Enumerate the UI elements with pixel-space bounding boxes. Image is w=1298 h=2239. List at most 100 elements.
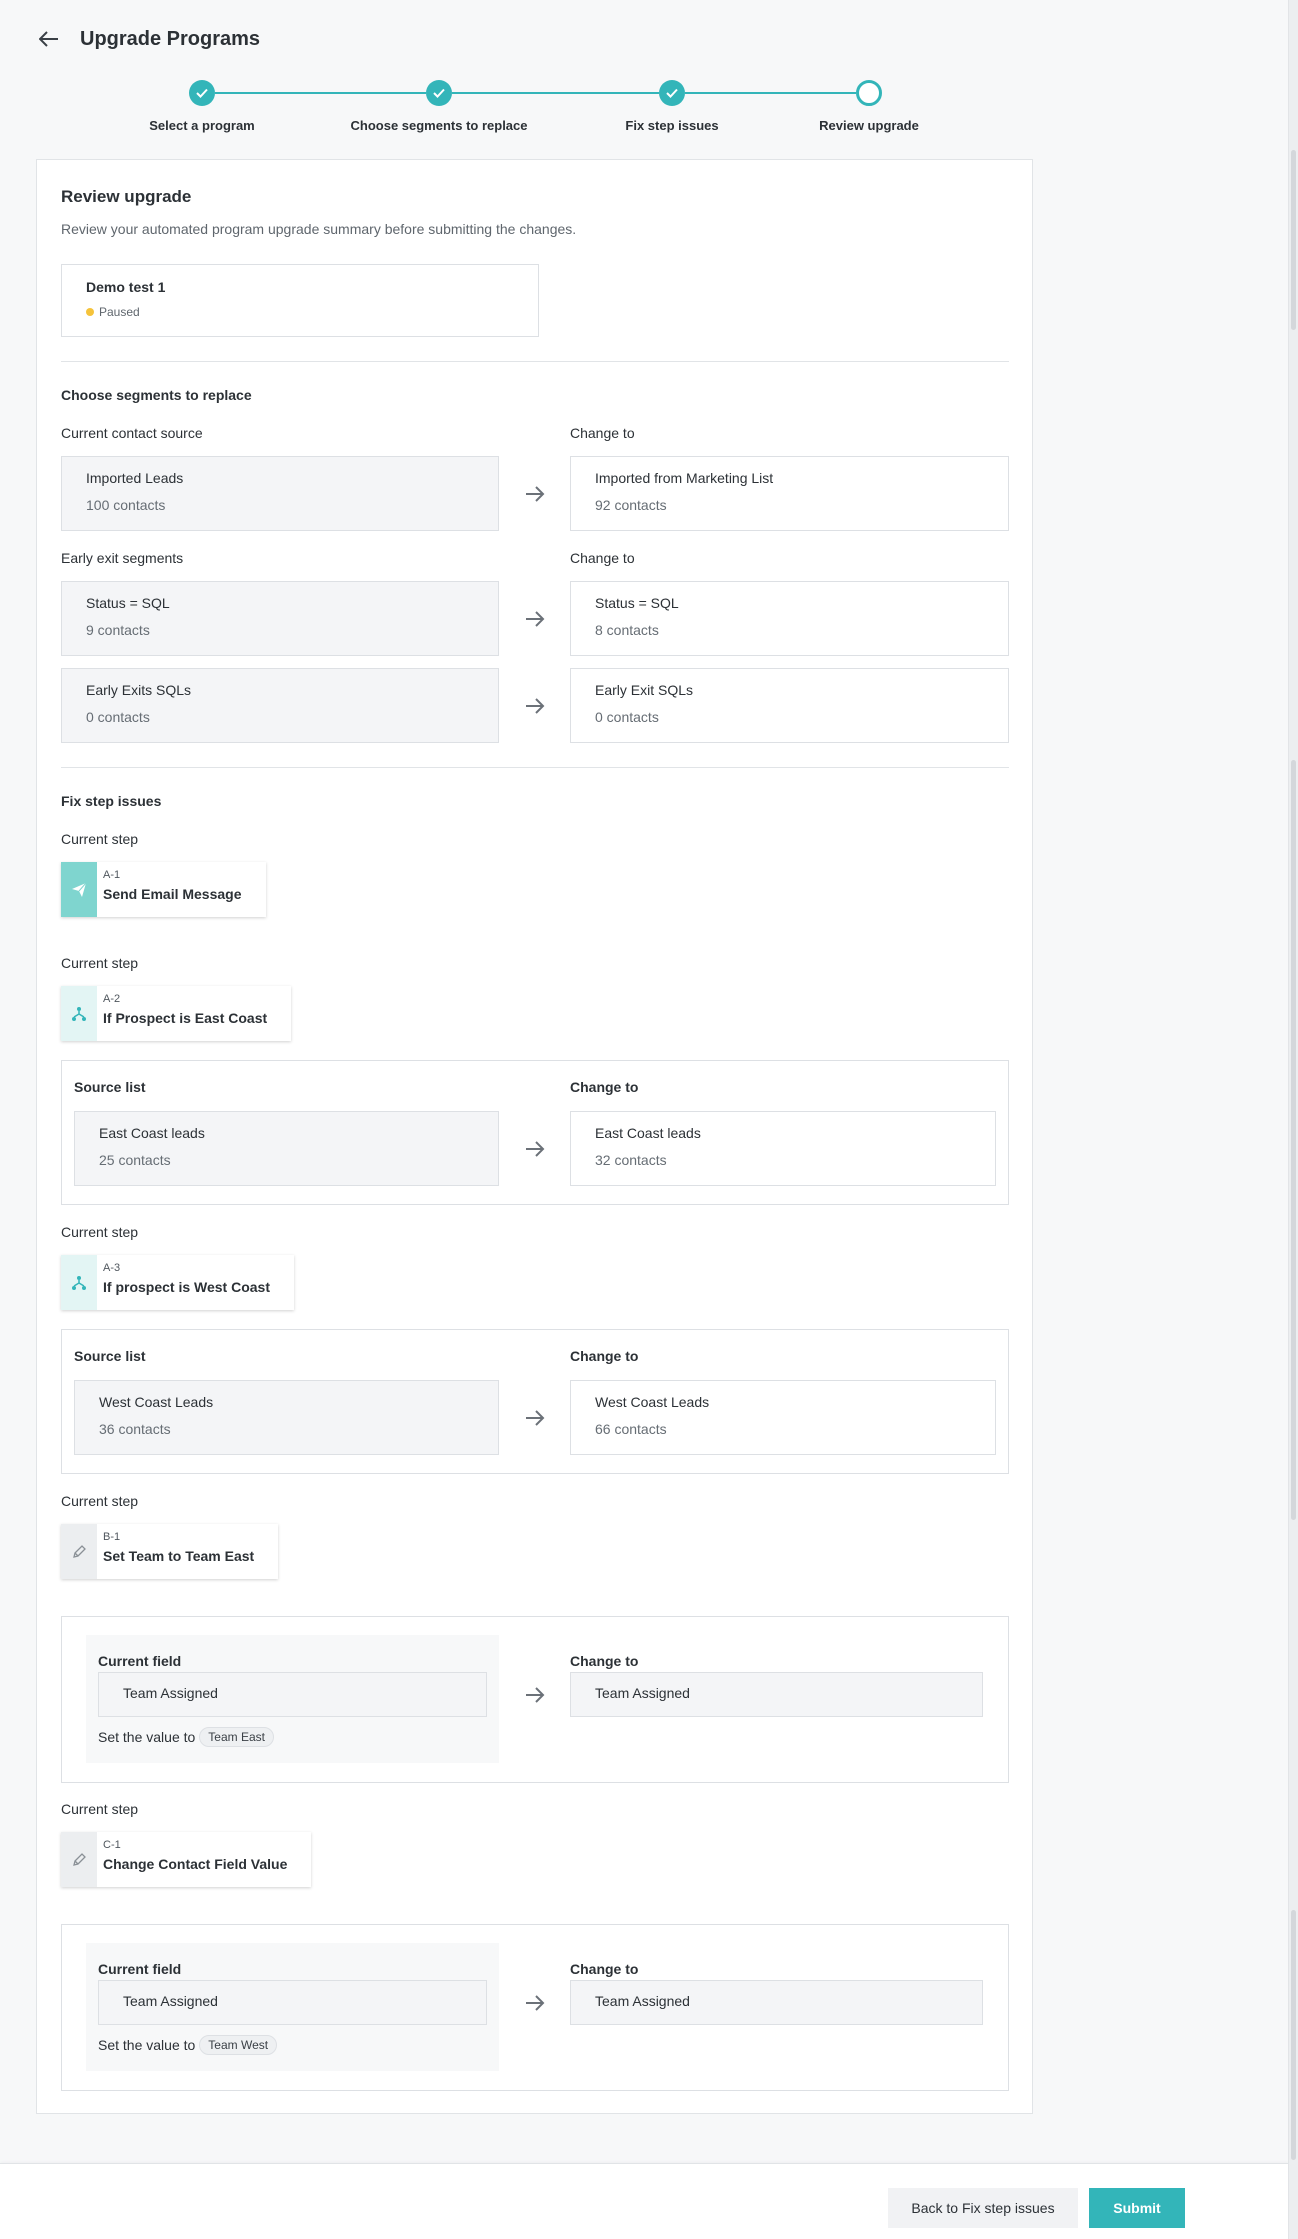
step-chip-a2: A-2 If Prospect is East Coast <box>61 986 292 1041</box>
fix-step-issues-title: Fix step issues <box>61 793 162 809</box>
pencil-icon <box>73 1544 86 1558</box>
divider <box>61 361 1009 362</box>
vertical-scrollbar[interactable] <box>1288 0 1298 2239</box>
field-group-c1: Current field Change to Team Assigned Te… <box>61 1924 1009 2091</box>
new-contact-source[interactable]: Imported from Marketing List 92 contacts <box>570 456 1009 531</box>
arrow-right-icon <box>526 1410 545 1426</box>
list-count: 32 contacts <box>595 1152 667 1168</box>
source-list-group-a2: Source list Change to East Coast leads 2… <box>61 1060 1009 1205</box>
segment-name: Early Exits SQLs <box>86 682 192 698</box>
step-name: If Prospect is East Coast <box>103 1010 268 1026</box>
back-to-fix-step-issues-button[interactable]: Back to Fix step issues <box>888 2188 1078 2228</box>
step-chip-a1: A-1 Send Email Message <box>61 862 266 917</box>
segment-name: Status = SQL <box>595 595 679 611</box>
progress-stepper: Select a program Choose segments to repl… <box>120 80 960 140</box>
stepper-line <box>452 92 659 94</box>
scrollbar-thumb[interactable] <box>1291 1910 1296 2160</box>
step-node-fix-step-issues[interactable] <box>659 80 685 106</box>
segment-count: 0 contacts <box>595 709 659 725</box>
stepper-line <box>685 92 856 94</box>
check-icon <box>196 88 208 98</box>
current-step-label: Current step <box>61 1493 139 1509</box>
source-list-label: Source list <box>74 1079 146 1095</box>
current-step-label: Current step <box>61 831 139 847</box>
program-name: Demo test 1 <box>86 279 166 295</box>
step-label: Select a program <box>149 118 255 133</box>
segment-count: 92 contacts <box>595 497 667 513</box>
page-title: Upgrade Programs <box>80 27 261 50</box>
list-count: 25 contacts <box>99 1152 171 1168</box>
submit-button[interactable]: Submit <box>1089 2188 1185 2228</box>
new-source-list[interactable]: West Coast Leads 66 contacts <box>570 1380 996 1455</box>
step-code: B-1 <box>103 1531 121 1543</box>
new-source-list[interactable]: East Coast leads 32 contacts <box>570 1111 996 1186</box>
segment-name: Status = SQL <box>86 595 170 611</box>
step-name: Set Team to Team East <box>103 1548 255 1564</box>
step-chip-b1: B-1 Set Team to Team East <box>61 1524 279 1579</box>
segment-count: 0 contacts <box>86 709 150 725</box>
list-name: West Coast Leads <box>99 1394 214 1410</box>
list-name: East Coast leads <box>595 1125 701 1141</box>
divider <box>61 767 1009 768</box>
source-list-group-a3: Source list Change to West Coast Leads 3… <box>61 1329 1009 1474</box>
check-icon <box>433 88 445 98</box>
check-icon <box>666 88 678 98</box>
current-source-list: West Coast Leads 36 contacts <box>74 1380 499 1455</box>
new-early-exit-segment[interactable]: Early Exit SQLs 0 contacts <box>570 668 1009 743</box>
source-list-label: Source list <box>74 1348 146 1364</box>
pencil-icon <box>73 1852 86 1866</box>
change-to-label: Change to <box>570 550 635 566</box>
change-to-label: Change to <box>570 1079 639 1095</box>
current-field-label: Current field <box>98 1653 182 1669</box>
arrow-right-icon <box>526 1995 545 2011</box>
new-field-box[interactable]: Team Assigned <box>570 1980 983 2025</box>
list-count: 66 contacts <box>595 1421 667 1437</box>
upgrade-programs-page: Upgrade Programs Select a program Choose… <box>0 0 1288 2239</box>
step-node-select-program[interactable] <box>189 80 215 106</box>
step-code: C-1 <box>103 1839 121 1851</box>
arrow-right-icon <box>526 1141 545 1157</box>
current-contact-source: Imported Leads 100 contacts <box>61 456 499 531</box>
back-button[interactable] <box>36 26 62 52</box>
stepper-line <box>215 92 426 94</box>
current-field-box: Team Assigned <box>98 1980 487 2025</box>
segment-count: 100 contacts <box>86 497 166 513</box>
status-badge: Paused <box>86 305 514 319</box>
current-step-label: Current step <box>61 1224 139 1240</box>
status-dot-icon <box>86 308 94 316</box>
list-count: 36 contacts <box>99 1421 171 1437</box>
new-early-exit-segment[interactable]: Status = SQL 8 contacts <box>570 581 1009 656</box>
segments-section-title: Choose segments to replace <box>61 387 252 403</box>
segment-count: 9 contacts <box>86 622 150 638</box>
step-node-choose-segments[interactable] <box>426 80 452 106</box>
current-step-label: Current step <box>61 1801 139 1817</box>
early-exit-segments-label: Early exit segments <box>61 550 184 566</box>
change-to-label: Change to <box>570 1653 639 1669</box>
arrow-left-icon <box>39 31 58 47</box>
program-summary: Demo test 1 Paused <box>61 264 539 337</box>
step-chip-a3: A-3 If prospect is West Coast <box>61 1255 295 1310</box>
value-pill: Team East <box>199 1727 274 1747</box>
page-header: Upgrade Programs <box>36 24 260 54</box>
list-name: West Coast Leads <box>595 1394 710 1410</box>
set-value-row: Set the value to Team West <box>98 2035 278 2055</box>
list-name: East Coast leads <box>99 1125 205 1141</box>
arrow-right-icon <box>526 1687 545 1703</box>
arrow-right-icon <box>526 698 545 714</box>
footer-bar: Back to Fix step issues Submit <box>0 2163 1288 2239</box>
scrollbar-thumb[interactable] <box>1291 760 1296 1520</box>
status-text: Paused <box>99 305 140 319</box>
step-node-review-upgrade <box>856 80 882 106</box>
scrollbar-thumb[interactable] <box>1291 150 1296 330</box>
arrow-right-icon <box>526 611 545 627</box>
segment-name: Early Exit SQLs <box>595 682 694 698</box>
current-early-exit-segment: Early Exits SQLs 0 contacts <box>61 668 499 743</box>
field-group-b1: Current field Change to Team Assigned Te… <box>61 1616 1009 1783</box>
change-to-label: Change to <box>570 425 635 441</box>
new-field-box[interactable]: Team Assigned <box>570 1672 983 1717</box>
segment-name: Imported from Marketing List <box>595 470 774 486</box>
review-title: Review upgrade <box>61 187 192 206</box>
current-field-label: Current field <box>98 1961 182 1977</box>
step-name: If prospect is West Coast <box>103 1279 271 1295</box>
current-early-exit-segment: Status = SQL 9 contacts <box>61 581 499 656</box>
